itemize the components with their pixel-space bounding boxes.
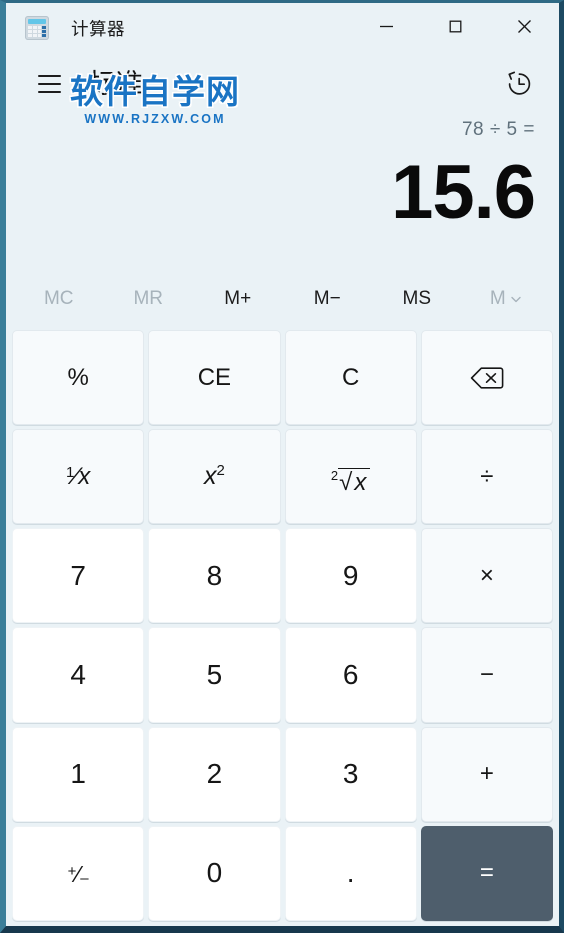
maximize-icon	[447, 18, 464, 38]
key-label: CE	[197, 363, 232, 391]
memory-dropdown-button[interactable]: M	[462, 280, 552, 318]
equals-button[interactable]: =	[420, 825, 553, 921]
square-root-button[interactable]: 2 √x	[284, 429, 417, 525]
key-label: +⁄–	[67, 861, 89, 888]
page-title: 标准	[88, 68, 144, 99]
key-label: 2 √x	[331, 459, 371, 496]
key-label: ×	[479, 561, 494, 589]
key-label: .	[346, 857, 355, 889]
digit-1-button[interactable]: 1	[12, 726, 145, 822]
key-label: 9	[342, 559, 359, 591]
memory-recall-button[interactable]: MR	[104, 280, 194, 318]
key-label: 8	[206, 559, 223, 591]
decimal-button[interactable]: .	[284, 825, 417, 921]
backspace-button[interactable]	[420, 330, 553, 426]
digit-3-button[interactable]: 3	[284, 726, 417, 822]
minimize-icon	[378, 18, 395, 38]
digit-4-button[interactable]: 4	[12, 627, 145, 723]
digit-9-button[interactable]: 9	[284, 528, 417, 624]
clear-button[interactable]: C	[284, 330, 417, 426]
expression-display: 78 ÷ 5 =	[461, 119, 535, 140]
memory-button-label: MR	[133, 288, 164, 309]
maximize-button[interactable]	[421, 3, 490, 53]
key-label: 7	[70, 559, 86, 591]
backspace-icon	[470, 365, 504, 391]
memory-row: MC MR M+ M− MS M	[6, 273, 559, 325]
multiply-button[interactable]: ×	[420, 528, 553, 624]
add-button[interactable]: +	[420, 726, 553, 822]
memory-button-label: M+	[224, 288, 252, 309]
chevron-down-icon	[509, 292, 523, 306]
key-label: =	[479, 859, 494, 887]
title-bar: 计算器	[6, 3, 559, 53]
hamburger-menu-icon[interactable]	[28, 63, 70, 105]
negate-button[interactable]: +⁄–	[12, 825, 145, 921]
digit-5-button[interactable]: 5	[148, 627, 281, 723]
memory-button-label: M−	[313, 288, 341, 309]
minimize-button[interactable]	[352, 3, 421, 53]
history-icon[interactable]	[497, 62, 541, 106]
digit-7-button[interactable]: 7	[12, 528, 145, 624]
key-label: 2	[206, 758, 223, 790]
window-title: 计算器	[71, 18, 125, 39]
mode-header: 标准 软件自学网 WWW.RJZXW.COM	[6, 53, 559, 126]
square-button[interactable]: x2	[148, 429, 281, 525]
memory-store-button[interactable]: MS	[372, 280, 462, 318]
digit-8-button[interactable]: 8	[148, 528, 281, 624]
close-button[interactable]	[490, 3, 559, 53]
keypad: % CE C 1⁄x x2 2 √x ÷ 7 8 9 × 4 5 6 − 1 2 3 + +⁄– 0. =	[6, 325, 559, 926]
memory-button-label: M	[489, 288, 506, 309]
key-label: 6	[342, 659, 359, 691]
key-label: ÷	[480, 462, 494, 490]
digit-2-button[interactable]: 2	[148, 726, 281, 822]
keep-on-top-icon[interactable]	[170, 67, 204, 101]
memory-clear-button[interactable]: MC	[14, 280, 104, 318]
divide-button[interactable]: ÷	[420, 429, 553, 525]
calculator-icon	[25, 16, 49, 40]
subtract-button[interactable]: −	[420, 627, 553, 723]
display-area: 78 ÷ 5 = 15.6	[6, 115, 559, 273]
key-label: 0	[206, 857, 223, 889]
key-label: 5	[206, 659, 223, 691]
key-label: x2	[203, 462, 225, 491]
result-display: 15.6	[391, 150, 536, 235]
close-icon	[515, 17, 534, 39]
key-label: 1⁄x	[65, 462, 91, 490]
key-label: C	[341, 363, 360, 391]
memory-subtract-button[interactable]: M−	[283, 280, 373, 318]
digit-0-button[interactable]: 0	[148, 825, 281, 921]
reciprocal-button[interactable]: 1⁄x	[12, 429, 145, 525]
key-label: −	[479, 661, 494, 689]
key-label: 1	[70, 758, 86, 790]
percent-button[interactable]: %	[12, 330, 145, 426]
memory-button-label: MC	[43, 288, 74, 309]
memory-button-label: MS	[402, 288, 432, 309]
key-label: +	[479, 760, 494, 788]
key-label: 3	[342, 758, 359, 790]
window-controls	[352, 3, 559, 53]
key-label: 4	[70, 659, 86, 691]
clear-entry-button[interactable]: CE	[148, 330, 281, 426]
calculator-window: 计算器 标准 软件自学网 WWW.RJZXW.COM 78 ÷ 5 = 15.6…	[0, 0, 564, 933]
key-label: %	[67, 363, 89, 391]
digit-6-button[interactable]: 6	[284, 627, 417, 723]
memory-add-button[interactable]: M+	[193, 280, 283, 318]
